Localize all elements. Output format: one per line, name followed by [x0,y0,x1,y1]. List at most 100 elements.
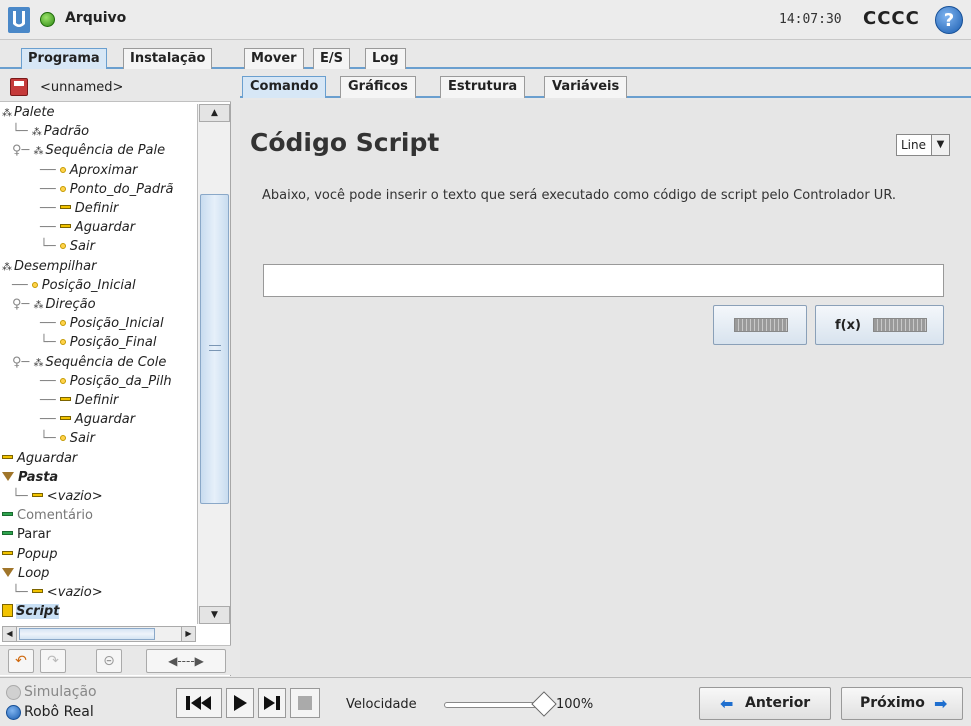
tree-node-label: Sequência de Pale [45,143,166,159]
tree-node[interactable]: ♀─ ⁂ Sequência de Cole [12,354,166,372]
scroll-down-icon[interactable]: ▼ [199,606,230,624]
tab-mover[interactable]: Mover [244,48,304,69]
tree-node[interactable]: └─ ⁂ Padrão [12,123,89,141]
speed-slider[interactable] [444,702,539,708]
tree-node[interactable]: Comentário [2,507,93,525]
tab-variaveis[interactable]: Variáveis [544,76,628,98]
simulation-radio[interactable] [6,685,21,700]
tab-instalacao[interactable]: Instalação [123,48,213,69]
tree-node-label: Posição_Final [69,335,157,351]
skip-start-button[interactable] [176,688,222,718]
program-filename: <unnamed> [40,80,124,95]
help-icon[interactable]: ? [935,6,963,34]
tree-node[interactable]: ── Definir [40,392,118,410]
real-robot-radio[interactable] [6,705,21,720]
tree-node[interactable]: Script [2,603,60,621]
play-button[interactable] [226,688,254,718]
loop-icon [2,566,18,581]
program-tree[interactable]: ⁂ Palete └─ ⁂ Padrão ♀─ ⁂ Sequência de Pale ──… [0,104,196,624]
undo-icon[interactable]: ↶ [8,649,34,673]
file-menu[interactable]: Arquivo [65,10,126,26]
footer: Simulação Robô Real Velocidade 100% ⬅ An… [0,677,971,726]
tree-node[interactable]: ── Definir [40,200,118,218]
script-mode-select[interactable]: Line ▼ [896,134,950,156]
tab-comando[interactable]: Comando [242,76,327,98]
sub-tabs: Comando Gráficos Estrutura Variáveis [240,76,971,98]
scroll-thumb[interactable] [200,194,229,504]
tree-node-label: Posição_da_Pilh [69,373,172,389]
keyboard-icon [873,318,927,332]
tree-node[interactable]: Parar [2,526,51,544]
previous-button[interactable]: ⬅ Anterior [699,687,831,720]
save-icon[interactable] [10,78,28,96]
tree-vertical-scrollbar[interactable]: ▲ ▼ [197,104,230,624]
move-node-icon[interactable]: ◀----▶ [146,649,226,673]
pallet-icon: ⁂ [33,300,44,311]
scroll-right-icon[interactable]: ▶ [181,627,195,641]
tab-estrutura[interactable]: Estrutura [440,76,526,98]
tree-node[interactable]: └─ <vazio> [12,488,103,506]
pallet-icon: ⁂ [2,108,12,119]
chevron-down-icon[interactable]: ▼ [931,135,949,155]
tree-node-label: <vazio> [46,585,103,600]
tree-node[interactable]: ♀─ ⁂ Direção [12,296,96,314]
waypoint-icon [59,239,70,254]
main-tabs: Programa Instalação Mover E/S Log [0,45,971,69]
tab-es[interactable]: E/S [313,48,350,69]
set-icon [59,393,75,408]
pallet-icon: ⁂ [2,261,12,273]
scroll-up-icon[interactable]: ▲ [199,104,230,122]
keyboard-button[interactable] [713,305,807,345]
next-label: Próximo [860,695,925,711]
tab-log[interactable]: Log [365,48,406,69]
tree-node[interactable]: Pasta [2,469,58,487]
tree-node[interactable]: ⁂ Desempilhar [2,258,96,276]
hscroll-thumb[interactable] [19,628,155,640]
tree-horizontal-scrollbar[interactable]: ◀ ▶ [2,626,196,642]
step-button[interactable] [258,688,286,718]
tree-node[interactable]: ── Aguardar [40,219,135,237]
tab-graficos[interactable]: Gráficos [340,76,416,98]
tree-node-label: Parar [17,527,51,543]
robot-name: CCCC [863,8,920,29]
tree-node[interactable]: └─ Sair [40,430,95,448]
script-input[interactable] [263,264,944,297]
tree-node-label: Sair [69,431,95,447]
stop-icon [2,527,17,542]
tree-node[interactable]: └─ Posição_Final [40,334,156,352]
tree-node[interactable]: Loop [2,565,49,583]
suppress-icon[interactable]: ⊝ [96,649,122,673]
redo-icon[interactable]: ↷ [40,649,66,673]
tree-node[interactable]: ── Aguardar [40,411,135,429]
robot-status-icon [40,12,55,27]
tree-node-label: Loop [18,565,50,581]
stop-button[interactable] [290,688,320,718]
wait-yellow-icon [2,451,17,466]
tree-node[interactable]: └─ <vazio> [12,584,103,602]
tree-node[interactable]: ── Aproximar [40,162,138,180]
fx-label: f(x) [835,318,861,333]
tree-node[interactable]: └─ Sair [40,238,95,256]
tree-node[interactable]: ── Posição_Inicial [40,315,164,333]
tree-node-label: Aguardar [74,220,136,236]
tree-node[interactable]: ── Ponto_do_Padrã [40,181,173,199]
tree-node[interactable]: ♀─ ⁂ Sequência de Pale [12,142,165,160]
tree-node[interactable]: ── Posição_da_Pilh [40,373,172,391]
arrow-left-icon: ⬅ [720,694,734,713]
tree-node[interactable]: ── Posição_Inicial [12,277,136,295]
real-robot-option[interactable]: Robô Real [6,704,94,720]
program-tree-panel: <unnamed> ⁂ Palete └─ ⁂ Padrão ♀─ ⁂ Sequência… [0,72,231,676]
tree-node[interactable]: ⁂ Palete [2,104,55,122]
function-keyboard-button[interactable]: f(x) [815,305,944,345]
script-description: Abaixo, você pode inserir o texto que se… [262,188,897,203]
tree-node[interactable]: Aguardar [2,450,77,468]
scroll-left-icon[interactable]: ◀ [3,627,17,641]
speed-slider-knob[interactable] [531,691,557,717]
simulation-option[interactable]: Simulação [6,684,97,700]
tab-programa[interactable]: Programa [21,48,107,69]
waypoint-icon [59,335,70,350]
waypoint-icon [59,374,70,389]
script-icon [2,604,16,619]
next-button[interactable]: Próximo ➡ [841,687,963,720]
tree-node[interactable]: Popup [2,546,58,564]
